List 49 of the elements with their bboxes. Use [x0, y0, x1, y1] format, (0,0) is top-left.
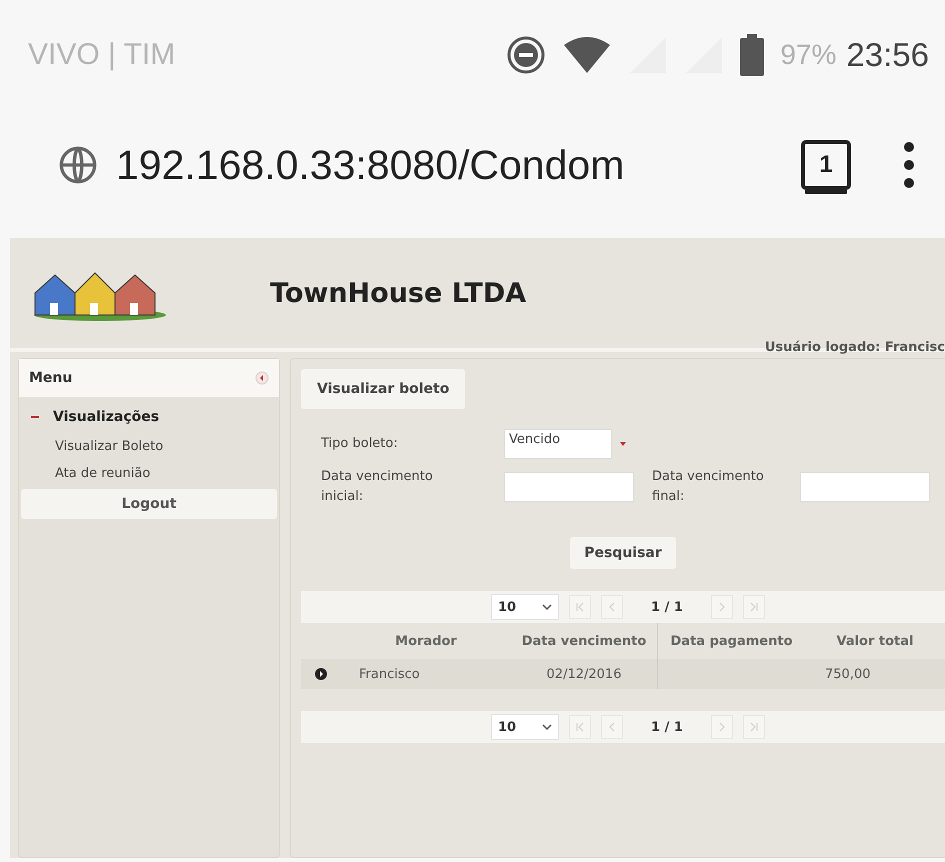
select-field[interactable]: Vencido: [504, 429, 612, 459]
menu-section-label[interactable]: Visualizações: [53, 409, 160, 425]
collapse-icon[interactable]: [255, 371, 269, 385]
chevron-down-icon: [542, 723, 552, 731]
battery-percentage: 97%: [780, 39, 836, 71]
chevron-down-icon: [542, 603, 552, 611]
last-page-icon: [748, 602, 759, 612]
last-page-icon: [748, 722, 759, 732]
page-size-value: 10: [498, 720, 516, 734]
page-size-select[interactable]: 10: [491, 714, 559, 740]
page-indicator: 1 / 1: [651, 720, 683, 734]
previous-page-icon: [607, 602, 617, 612]
logged-user-text: Usuário logado: Francisc: [764, 340, 945, 354]
table-cell: 02/12/2016: [546, 666, 622, 682]
more-menu-icon[interactable]: [903, 141, 915, 189]
globe-icon: [58, 145, 98, 185]
column-header[interactable]: Morador: [341, 623, 511, 659]
panel-tab[interactable]: Visualizar boleto: [301, 369, 466, 409]
table-cell: 750,00: [825, 666, 870, 682]
date-input[interactable]: [800, 472, 930, 502]
previous-page-icon: [607, 722, 617, 732]
carrier-name: VIVO | TIM: [28, 38, 176, 72]
column-header[interactable]: Data pagamento: [658, 623, 805, 659]
menu-item[interactable]: Visualizar Boleto: [19, 433, 279, 460]
clock-time: 23:56: [846, 36, 929, 74]
page-size-value: 10: [498, 600, 516, 614]
date-input[interactable]: [504, 472, 634, 502]
battery-icon: [740, 34, 764, 76]
search-button[interactable]: Pesquisar: [570, 537, 676, 569]
next-page-icon: [716, 602, 727, 612]
first-page-icon: [575, 602, 585, 612]
wifi-icon: [562, 35, 612, 75]
page-indicator: 1 / 1: [651, 600, 683, 614]
table-cell: Francisco: [359, 666, 420, 682]
field-label: Data vencimento inicial:: [321, 468, 434, 506]
next-page-icon: [716, 722, 727, 732]
menu-item[interactable]: Ata de reunião: [19, 460, 279, 487]
column-header[interactable]: Valor total: [805, 623, 945, 659]
logout-button[interactable]: Logout: [21, 489, 277, 519]
first-page-icon: [575, 722, 585, 732]
url-text[interactable]: 192.168.0.33:8080/Condom: [116, 142, 801, 188]
expand-row-icon[interactable]: [315, 668, 327, 680]
site-title: TownHouse LTDA: [270, 278, 526, 308]
page-size-select[interactable]: 10: [491, 594, 559, 620]
do-not-disturb-icon: [506, 35, 546, 75]
minus-icon[interactable]: [31, 413, 39, 421]
field-label: Data vencimento final:: [652, 468, 765, 506]
menu-title: Menu: [29, 370, 72, 386]
field-label: Tipo boleto:: [321, 435, 399, 453]
